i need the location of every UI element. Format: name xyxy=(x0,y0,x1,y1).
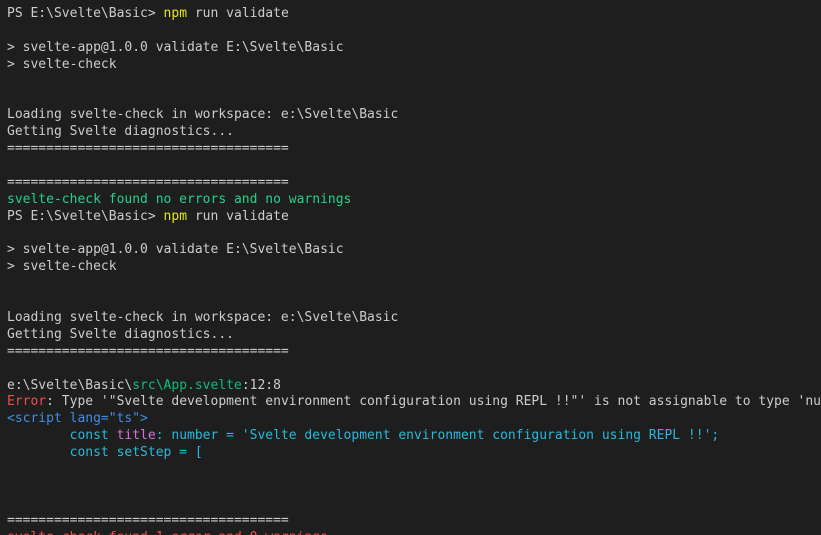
terminal-text: > svelte-app@1.0.0 validate E:\Svelte\Ba… xyxy=(7,242,344,258)
terminal-line: ==================================== xyxy=(7,344,821,361)
terminal-line: svelte-check found no errors and no warn… xyxy=(7,192,821,209)
terminal-text: run validate xyxy=(187,6,289,21)
terminal-line: Loading svelte-check in workspace: e:\Sv… xyxy=(7,107,821,124)
terminal-text: PS E:\Svelte\Basic> xyxy=(7,6,164,21)
terminal-text: npm xyxy=(163,208,188,224)
terminal-line: e:\Svelte\Basic\src\App.svelte:12:8 xyxy=(7,378,821,395)
terminal-text: Getting Svelte diagnostics... xyxy=(7,326,234,342)
terminal-line: Getting Svelte diagnostics... xyxy=(7,124,821,141)
terminal-line: > svelte-app@1.0.0 validate E:\Svelte\Ba… xyxy=(7,242,821,259)
terminal-text: title xyxy=(116,428,156,444)
terminal-text: ==================================== xyxy=(7,141,289,157)
terminal-line: ==================================== xyxy=(7,513,821,530)
terminal-text: npm xyxy=(163,6,188,21)
terminal-line: > svelte-check xyxy=(7,57,821,74)
terminal-text: e:\Svelte\Basic\ xyxy=(7,377,133,393)
terminal-text: run validate xyxy=(187,208,289,224)
terminal-text: :12:8 xyxy=(241,377,281,393)
terminal-text: Loading svelte-check in workspace: e:\Sv… xyxy=(7,310,399,326)
terminal-text: ==================================== xyxy=(7,174,289,190)
terminal-line: > svelte-check xyxy=(7,259,821,276)
terminal-text: src\App.svelte xyxy=(132,377,242,393)
terminal-line: PS E:\Svelte\Basic> npm run validate xyxy=(7,6,821,23)
terminal-text: <script lang="ts"> xyxy=(7,411,148,427)
terminal-line: const setStep = [ xyxy=(7,445,821,462)
terminal-line: > svelte-app@1.0.0 validate E:\Svelte\Ba… xyxy=(7,40,821,57)
terminal-text: PS E:\Svelte\Basic> xyxy=(7,208,164,224)
terminal-line: const title: number = 'Svelte developmen… xyxy=(7,428,821,445)
terminal-line: Error: Type '"Svelte development environ… xyxy=(7,394,821,411)
terminal-line: svelte-check found 1 error and 0 warning… xyxy=(7,530,821,535)
terminal-text: > svelte-check xyxy=(7,259,117,275)
terminal-text: Getting Svelte diagnostics... xyxy=(7,124,234,140)
terminal-text: const xyxy=(7,428,117,444)
terminal-line: PS E:\Svelte\Basic> npm run validate xyxy=(7,209,821,226)
terminal-line: Loading svelte-check in workspace: e:\Sv… xyxy=(7,310,821,327)
terminal-text: ==================================== xyxy=(7,512,289,528)
terminal-text: : number = 'Svelte development environme… xyxy=(155,428,720,444)
terminal-text: : Type '"Svelte development environment … xyxy=(46,394,821,410)
terminal-text: Error xyxy=(7,394,47,410)
terminal-text: > svelte-check xyxy=(7,56,117,72)
terminal-text: Loading svelte-check in workspace: e:\Sv… xyxy=(7,107,399,123)
terminal-text: svelte-check found no errors and no warn… xyxy=(7,191,352,207)
terminal-line: ==================================== xyxy=(7,175,821,192)
terminal-text: ==================================== xyxy=(7,343,289,359)
terminal-text: > svelte-app@1.0.0 validate E:\Svelte\Ba… xyxy=(7,39,344,55)
terminal-text: const setStep = [ xyxy=(7,445,203,461)
terminal-line: ==================================== xyxy=(7,141,821,158)
terminal-window[interactable]: PS E:\Svelte\Basic> npm run validate > sv… xyxy=(0,0,821,535)
terminal-line: <script lang="ts"> xyxy=(7,411,821,428)
terminal-text: svelte-check found 1 error and 0 warning… xyxy=(7,530,328,535)
terminal-line: Getting Svelte diagnostics... xyxy=(7,327,821,344)
